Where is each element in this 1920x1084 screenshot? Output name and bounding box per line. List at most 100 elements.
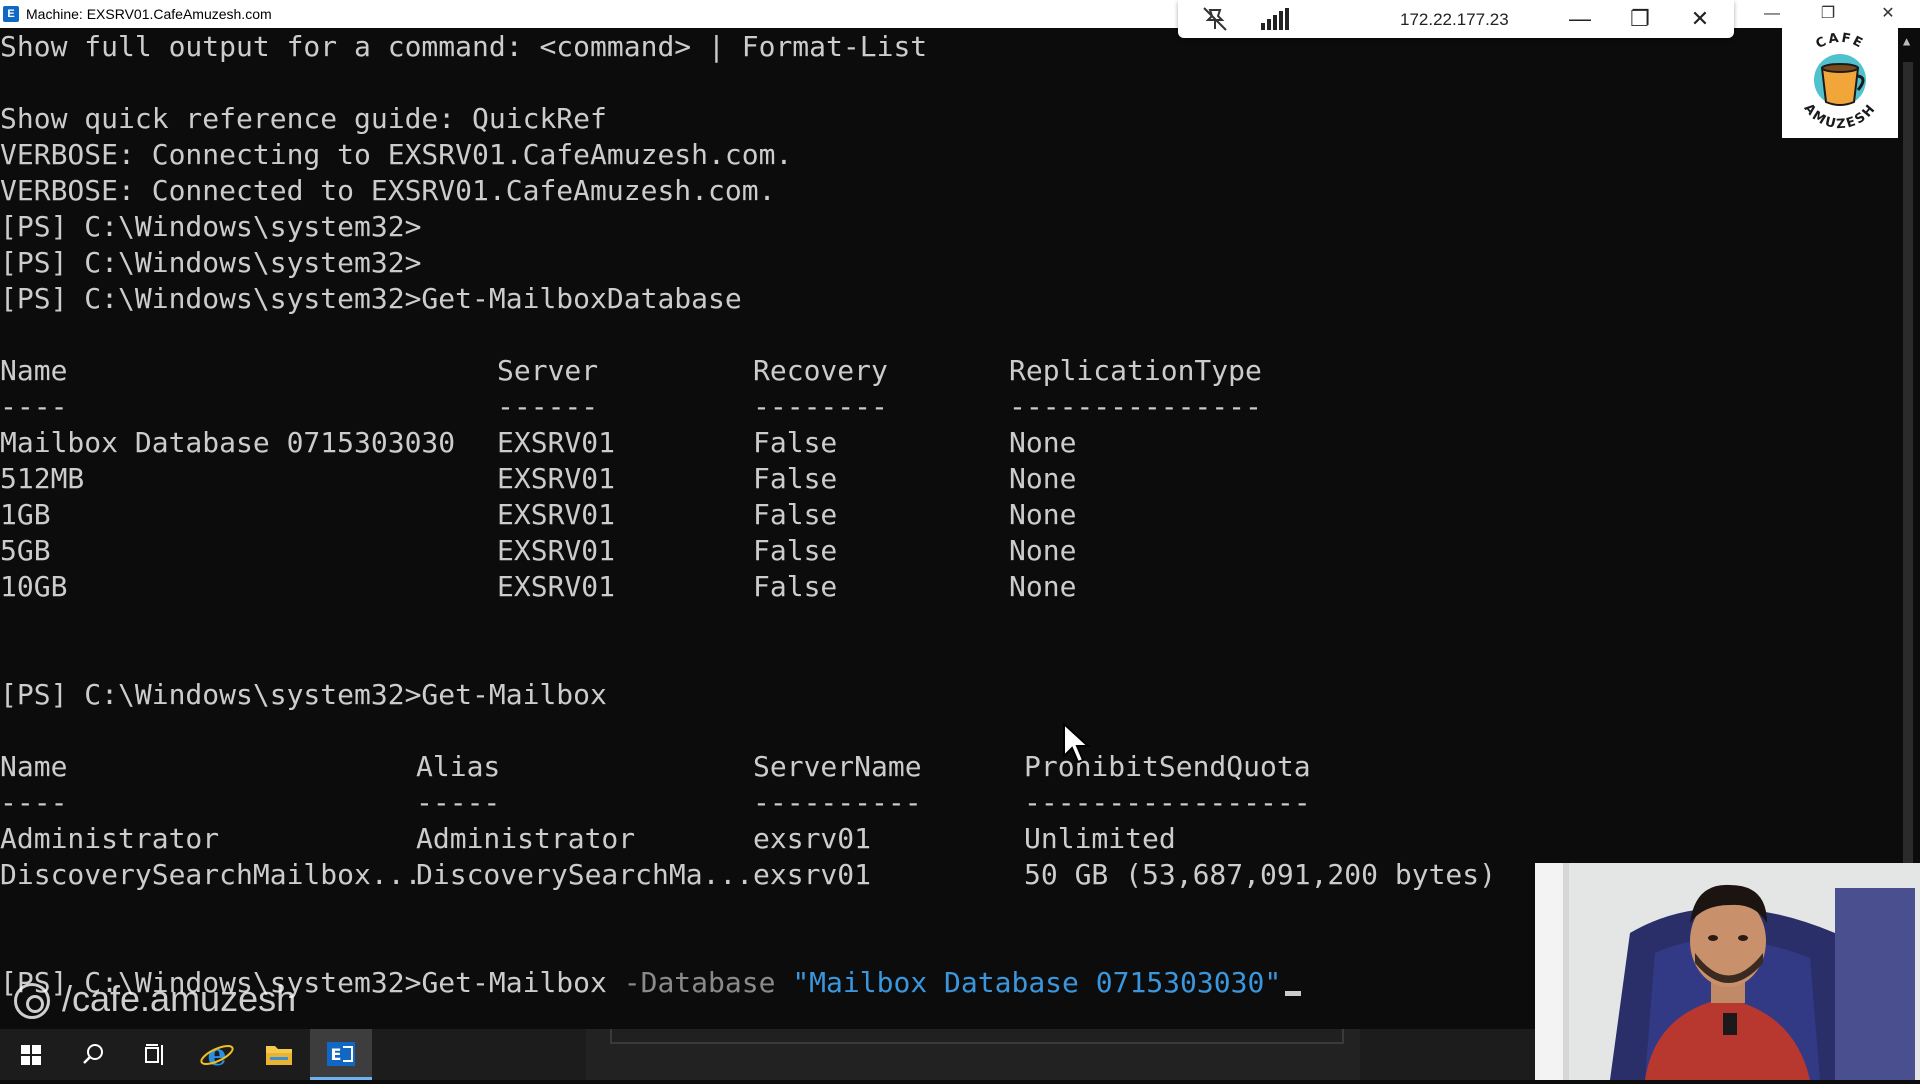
db-header-server: Server xyxy=(497,354,599,387)
window-close-button[interactable]: ✕ xyxy=(1860,0,1916,28)
taskbar-start-button[interactable] xyxy=(0,1029,62,1080)
mbx-cell-server-name: exsrv01 xyxy=(753,822,872,855)
db-cell-server: EXSRV01 xyxy=(497,426,616,459)
db-separator: -------- xyxy=(753,390,888,423)
mouse-pointer-icon xyxy=(1063,722,1090,764)
db-cell-recovery: False xyxy=(753,498,838,531)
windows-taskbar: e E xyxy=(0,1029,1535,1080)
mbx-separator: ---------- xyxy=(753,786,922,819)
db-separator: --------------- xyxy=(1009,390,1262,423)
cafe-amuzesh-logo: CAFE AMUZESH xyxy=(1782,28,1898,138)
exchange-app-icon: E xyxy=(3,6,19,22)
mbx-cell-name: DiscoverySearchMailbox... xyxy=(0,858,422,891)
mbx-cell-name: Administrator xyxy=(0,822,220,855)
db-cell-replication-type: None xyxy=(1009,498,1077,531)
taskbar-overlay-frame xyxy=(610,1029,1344,1044)
terminal-line: Show quick reference guide: QuickRef xyxy=(0,102,607,135)
db-cell-server: EXSRV01 xyxy=(497,498,616,531)
mbx-cell-alias: DiscoverySearchMa... xyxy=(416,858,754,891)
mbx-cell-alias: Administrator xyxy=(416,822,636,855)
db-cell-server: EXSRV01 xyxy=(497,462,616,495)
db-separator: ---- xyxy=(0,390,68,423)
taskbar-internet-explorer[interactable]: e xyxy=(186,1029,248,1080)
task-view-icon xyxy=(145,1044,163,1065)
mailbox-table-header-row: Name Alias ServerName ProhibitSendQuota xyxy=(0,749,1311,785)
db-cell-replication-type: None xyxy=(1009,570,1077,603)
terminal-prompt-line: [PS] C:\Windows\system32> xyxy=(0,210,422,243)
taskbar-task-view-button[interactable] xyxy=(124,1029,186,1080)
mailbox-table-separator-row: ---- ----- ---------- ----------------- xyxy=(0,785,1311,821)
taskbar-exchange-shell[interactable]: E xyxy=(310,1029,372,1080)
svg-text:e: e xyxy=(207,1038,226,1073)
db-cell-recovery: False xyxy=(753,426,838,459)
db-cell-name: 5GB xyxy=(0,534,51,567)
command-argument: "Mailbox Database 0715303030" xyxy=(792,966,1282,999)
presenter-webcam-overlay xyxy=(1535,863,1920,1080)
folder-icon xyxy=(266,1046,292,1065)
db-cell-replication-type: None xyxy=(1009,426,1077,459)
command-cmdlet: Get-Mailbox xyxy=(421,966,607,999)
window-minimize-button[interactable]: — xyxy=(1744,0,1800,28)
windows-start-icon xyxy=(21,1045,41,1065)
rdp-minimize-button[interactable]: — xyxy=(1562,2,1598,36)
mbx-cell-server-name: exsrv01 xyxy=(753,858,872,891)
search-icon xyxy=(83,1044,103,1064)
db-table-row: 5GB EXSRV01 False None xyxy=(0,533,1076,569)
db-cell-recovery: False xyxy=(753,534,838,567)
db-cell-name: 10GB xyxy=(0,570,68,603)
mailbox-table-row: Administrator Administrator exsrv01 Unli… xyxy=(0,821,1176,857)
db-header-replication-type: ReplicationType xyxy=(1009,354,1262,387)
logo-graphic: CAFE AMUZESH xyxy=(1801,31,1878,133)
terminal-line: VERBOSE: Connected to EXSRV01.CafeAmuzes… xyxy=(0,174,776,207)
scrollbar-thumb[interactable] xyxy=(1903,62,1913,882)
db-cell-name: Mailbox Database 0715303030 xyxy=(0,426,456,459)
mbx-separator: ----- xyxy=(416,786,501,819)
command-parameter: -Database xyxy=(623,966,776,999)
mailbox-table-row: DiscoverySearchMailbox... DiscoverySearc… xyxy=(0,857,1496,893)
internet-explorer-icon: e xyxy=(200,1038,234,1073)
taskbar-search-button[interactable] xyxy=(62,1029,124,1080)
mbx-header-server-name: ServerName xyxy=(753,750,922,783)
instagram-icon xyxy=(14,983,50,1019)
db-table-separator-row: ---- ------ -------- --------------- xyxy=(0,389,1262,425)
powershell-terminal[interactable]: Show full output for a command: <command… xyxy=(0,28,1535,1018)
db-cell-name: 512MB xyxy=(0,462,85,495)
db-cell-recovery: False xyxy=(753,570,838,603)
terminal-prompt-line: [PS] C:\Windows\system32> xyxy=(0,246,422,279)
rdp-restore-button[interactable]: ❐ xyxy=(1622,2,1658,36)
db-cell-replication-type: None xyxy=(1009,534,1077,567)
db-table-row: Mailbox Database 0715303030 EXSRV01 Fals… xyxy=(0,425,1076,461)
mbx-separator: ----------------- xyxy=(1024,786,1311,819)
connection-ip-address: 172.22.177.23 xyxy=(1400,10,1509,29)
mbx-header-name: Name xyxy=(0,750,68,783)
db-header-name: Name xyxy=(0,354,68,387)
db-table-row: 512MB EXSRV01 False None xyxy=(0,461,1076,497)
terminal-line: Show full output for a command: <command… xyxy=(0,30,928,63)
mbx-header-alias: Alias xyxy=(416,750,501,783)
db-cell-name: 1GB xyxy=(0,498,51,531)
scroll-up-arrow-icon[interactable]: ▲ xyxy=(1903,34,1910,48)
db-cell-server: EXSRV01 xyxy=(497,570,616,603)
window-title: Machine: EXSRV01.CafeAmuzesh.com xyxy=(26,6,272,22)
terminal-prompt-line: [PS] C:\Windows\system32>Get-MailboxData… xyxy=(0,282,742,315)
db-cell-server: EXSRV01 xyxy=(497,534,616,567)
svg-text:E: E xyxy=(331,1045,342,1064)
svg-text:CAFE: CAFE xyxy=(1814,31,1867,52)
mbx-separator: ---- xyxy=(0,786,68,819)
taskbar-file-explorer[interactable] xyxy=(248,1029,310,1080)
signal-bars-icon[interactable] xyxy=(1261,8,1289,30)
text-cursor xyxy=(1285,991,1302,996)
db-table-row: 10GB EXSRV01 False None xyxy=(0,569,1076,605)
db-cell-recovery: False xyxy=(753,462,838,495)
mbx-cell-prohibit-send-quota: 50 GB (53,687,091,200 bytes) xyxy=(1024,858,1497,891)
window-restore-button[interactable]: ❐ xyxy=(1800,0,1856,28)
exchange-icon: E xyxy=(327,1042,355,1066)
terminal-prompt-line: [PS] C:\Windows\system32>Get-Mailbox xyxy=(0,678,607,711)
logo-text-top: CAFE xyxy=(1814,31,1865,52)
terminal-line: VERBOSE: Connecting to EXSRV01.CafeAmuze… xyxy=(0,138,793,171)
rdp-close-button[interactable]: ✕ xyxy=(1682,2,1718,36)
db-table-header-row: Name Server Recovery ReplicationType xyxy=(0,353,1262,389)
db-cell-replication-type: None xyxy=(1009,462,1077,495)
webcam-presenter-image xyxy=(1535,863,1920,1080)
db-header-recovery: Recovery xyxy=(753,354,888,387)
